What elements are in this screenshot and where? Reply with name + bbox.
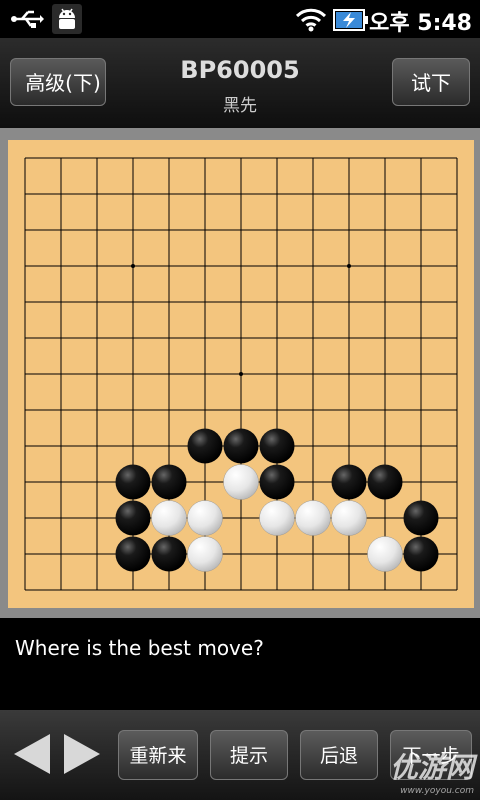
black-stone [367,464,403,500]
status-bar: 오후 5:48 [0,0,480,38]
white-stone [259,500,295,536]
arrow-right-icon[interactable] [62,732,102,776]
black-stone [187,428,223,464]
black-stone [331,464,367,500]
black-stone [115,500,151,536]
title-bar: 高级(下) BP60005 黑先 试下 [0,38,480,128]
try-move-button[interactable]: 试下 [392,58,470,106]
white-stone [187,536,223,572]
restart-button[interactable]: 重新来 [118,730,198,780]
usb-icon [11,10,44,28]
watermark-text: 优游网 [389,751,474,784]
watermark-url: www.yoyou.com [400,786,474,796]
question-panel: Where is the best move? [0,618,480,710]
black-stone [151,536,187,572]
white-stone [295,500,331,536]
black-stone [259,464,295,500]
undo-button[interactable]: 后退 [300,730,378,780]
bottom-toolbar: 重新来 提示 后退 下一步 优游网 www.yoyou.com [0,710,480,800]
go-board[interactable] [8,140,474,608]
white-stone [151,500,187,536]
black-stone [403,536,439,572]
black-stone [259,428,295,464]
black-stone [403,500,439,536]
problem-subtitle: 黑先 [223,96,257,116]
star-point [131,264,135,268]
android-debug-icon [52,4,82,34]
board-frame [0,128,480,618]
battery-charging-icon [333,9,368,31]
star-point [239,372,243,376]
go-board-grid[interactable] [8,140,474,608]
question-text: Where is the best move? [15,636,264,660]
wifi-icon [295,8,327,32]
white-stone [331,500,367,536]
white-stone [223,464,259,500]
problem-title: BP60005 [180,56,300,84]
black-stone [115,464,151,500]
watermark-logo: 优游网 www.yoyou.com [390,746,474,796]
hint-button[interactable]: 提示 [210,730,288,780]
star-point [347,264,351,268]
status-clock: 오후 5:48 [369,11,472,36]
arrow-left-icon[interactable] [12,732,52,776]
white-stone [187,500,223,536]
back-button-label: 高级(下) [25,71,101,95]
white-stone [367,536,403,572]
black-stone [223,428,259,464]
back-button[interactable]: 高级(下) [0,56,106,109]
black-stone [151,464,187,500]
black-stone [115,536,151,572]
